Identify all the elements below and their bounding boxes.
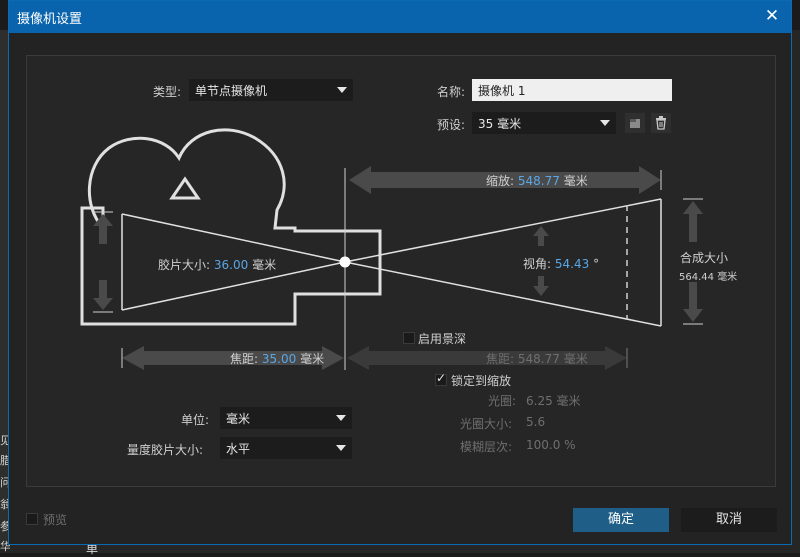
zoom-label: 缩放:	[486, 174, 515, 188]
ray-line	[344, 198, 662, 263]
zoom-value[interactable]: 548.77	[518, 174, 560, 188]
blur-level-value: 100.0 %	[526, 438, 576, 452]
preset-label: 预设:	[437, 118, 466, 132]
ray-line	[344, 261, 662, 327]
focus-distance-value: 548.77	[517, 352, 560, 366]
focus-distance-label: 焦距:	[486, 352, 515, 366]
camera-name-input[interactable]	[472, 79, 672, 101]
zoom-readout: 缩放: 548.77 毫米	[486, 172, 588, 189]
focal-length-value[interactable]: 35.00	[262, 352, 296, 366]
comp-size-readout: 564.44 毫米	[679, 268, 737, 283]
units-value: 毫米	[226, 412, 251, 426]
angle-unit: °	[593, 257, 600, 271]
focus-distance-readout: 焦距: 548.77 毫米	[486, 350, 588, 367]
focal-length-label: 焦距:	[230, 352, 259, 366]
film-size-arrows	[93, 214, 113, 310]
fstop-label: 光圈大小:	[460, 417, 513, 431]
lock-to-zoom-label: 锁定到缩放	[451, 374, 512, 388]
type-label: 类型:	[153, 85, 182, 99]
camera-body-outline	[80, 128, 382, 326]
units-label: 单位:	[181, 413, 210, 427]
angle-label: 视角:	[523, 257, 552, 271]
close-icon[interactable]: ✕	[761, 5, 783, 27]
film-size-unit: 毫米	[252, 258, 277, 272]
focus-distance-unit: 毫米	[563, 352, 588, 366]
preset-dropdown[interactable]: 35 毫米	[472, 112, 616, 134]
zoom-unit: 毫米	[563, 174, 588, 188]
comp-size-value: 564.44	[679, 272, 714, 283]
camera-settings-dialog: 摄像机设置 ✕ 类型: 单节点摄像机 名称: 摄像机 1 预设: 35 毫米 缩…	[8, 0, 792, 545]
enable-dof-checkbox[interactable]	[403, 332, 415, 344]
chevron-down-icon	[337, 87, 347, 93]
settings-panel: 类型: 单节点摄像机 名称: 预设: 35 毫米 缩放: 548.77 毫米 胶…	[26, 55, 776, 487]
chevron-down-icon	[600, 120, 610, 126]
fstop-value: 5.6	[526, 415, 546, 429]
blur-level-label: 模糊层次:	[460, 440, 513, 454]
type-value: 单节点摄像机	[195, 84, 268, 98]
focal-length-readout: 焦距: 35.00 毫米	[230, 350, 324, 367]
save-preset-icon[interactable]	[625, 113, 645, 133]
ray-line	[121, 213, 346, 263]
angle-readout: 视角: 54.43 °	[523, 255, 599, 272]
film-size-label: 胶片大小:	[158, 258, 211, 272]
ok-button[interactable]: 确定	[573, 508, 669, 532]
lock-to-zoom-checkbox[interactable]	[435, 371, 447, 386]
measure-film-dropdown[interactable]: 水平	[220, 437, 352, 459]
units-dropdown[interactable]: 毫米	[220, 407, 352, 429]
name-label: 名称:	[437, 85, 466, 99]
chevron-down-icon	[336, 415, 346, 421]
lens-point	[339, 256, 351, 268]
film-size-readout: 胶片大小: 36.00 毫米	[158, 256, 276, 273]
aperture-value: 6.25 毫米	[526, 394, 581, 408]
camera-triangle	[169, 176, 201, 200]
chevron-down-icon	[336, 445, 346, 451]
angle-value[interactable]: 54.43	[555, 257, 589, 271]
cancel-button[interactable]: 取消	[681, 508, 777, 532]
type-dropdown[interactable]: 单节点摄像机	[189, 79, 353, 101]
trash-icon[interactable]	[651, 113, 671, 133]
title-bar: 摄像机设置 ✕	[9, 1, 791, 33]
aperture-label: 光圈:	[488, 394, 517, 408]
comp-size-label: 合成大小	[680, 251, 729, 265]
focal-length-unit: 毫米	[300, 352, 325, 366]
film-size-value[interactable]: 36.00	[214, 258, 248, 272]
comp-size-unit: 毫米	[717, 272, 738, 283]
enable-dof-label: 启用景深	[418, 332, 467, 346]
measure-film-label: 量度胶片大小:	[127, 443, 204, 457]
preview-label: 预览	[43, 513, 68, 527]
background-app-right	[791, 30, 800, 553]
preset-value: 35 毫米	[478, 117, 522, 131]
dialog-title: 摄像机设置	[17, 12, 83, 27]
preview-checkbox[interactable]	[26, 513, 38, 525]
measure-film-value: 水平	[226, 442, 251, 456]
